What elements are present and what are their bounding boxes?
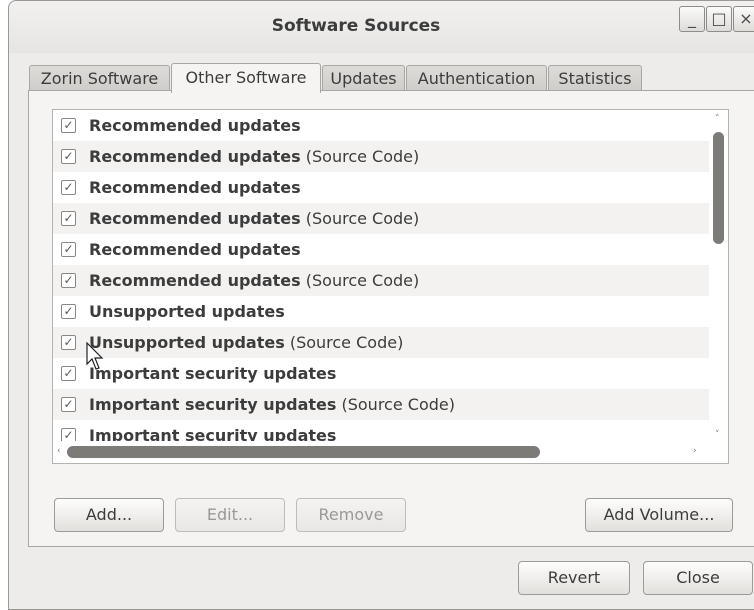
source-checkbox[interactable]: ✓ bbox=[61, 397, 76, 412]
other-software-panel: ✓ Recommended updates ✓ Recommended updates… bbox=[28, 90, 754, 547]
source-suffix: (Source Code) bbox=[300, 209, 420, 228]
add-volume-button[interactable]: Add Volume... bbox=[585, 498, 733, 532]
vertical-scroll-thumb[interactable] bbox=[713, 132, 724, 244]
sources-list[interactable]: ✓ Recommended updates ✓ Recommended updates… bbox=[52, 109, 729, 464]
minimize-button[interactable]: _ bbox=[679, 6, 705, 32]
source-checkbox[interactable]: ✓ bbox=[61, 211, 76, 226]
source-checkbox[interactable]: ✓ bbox=[61, 180, 76, 195]
add-button[interactable]: Add... bbox=[54, 498, 164, 532]
source-row[interactable]: ✓ Important security updates (Source Code… bbox=[53, 389, 710, 420]
source-row[interactable]: ✓ Recommended updates bbox=[53, 234, 710, 265]
tab-other-software[interactable]: Other Software bbox=[171, 63, 321, 93]
remove-button[interactable]: Remove bbox=[296, 498, 406, 532]
source-name: Recommended updates bbox=[89, 271, 301, 290]
source-row[interactable]: ✓ Recommended updates bbox=[53, 172, 710, 203]
source-row[interactable]: ✓ Recommended updates bbox=[53, 110, 710, 141]
source-suffix: (Source Code) bbox=[300, 271, 420, 290]
title-bar[interactable]: Software Sources _ □ × bbox=[9, 1, 754, 53]
source-label: Important security updates (Source Code) bbox=[89, 389, 455, 420]
source-checkbox[interactable]: ✓ bbox=[61, 304, 76, 319]
source-label: Unsupported updates (Source Code) bbox=[89, 327, 403, 358]
source-row[interactable]: ✓ Unsupported updates bbox=[53, 296, 710, 327]
tab-updates[interactable]: Updates bbox=[322, 65, 405, 91]
window-title: Software Sources bbox=[271, 16, 441, 36]
source-row[interactable]: ✓ Recommended updates (Source Code) bbox=[53, 265, 710, 296]
horizontal-scroll-thumb[interactable] bbox=[67, 446, 540, 458]
source-name: Recommended updates bbox=[89, 209, 301, 228]
source-row[interactable]: ✓ Recommended updates (Source Code) bbox=[53, 203, 710, 234]
tab-zorin-software[interactable]: Zorin Software bbox=[29, 65, 170, 91]
mouse-pointer-icon bbox=[86, 341, 104, 376]
source-suffix: (Source Code) bbox=[336, 395, 455, 414]
source-row[interactable]: ✓ Recommended updates (Source Code) bbox=[53, 141, 710, 172]
tab-authentication[interactable]: Authentication bbox=[406, 65, 547, 91]
tab-statistics[interactable]: Statistics bbox=[548, 65, 642, 91]
source-label: Unsupported updates bbox=[89, 296, 285, 327]
source-label: Recommended updates (Source Code) bbox=[89, 203, 419, 234]
source-checkbox[interactable]: ✓ bbox=[61, 366, 76, 381]
source-name: Important security updates bbox=[89, 395, 337, 414]
scroll-left-icon[interactable]: ‹ bbox=[57, 446, 61, 456]
source-name: Unsupported updates bbox=[89, 302, 285, 321]
source-name: Unsupported updates bbox=[89, 333, 285, 352]
source-label: Recommended updates (Source Code) bbox=[89, 265, 419, 296]
revert-button[interactable]: Revert bbox=[518, 561, 630, 595]
source-name: Recommended updates bbox=[89, 147, 301, 166]
source-suffix: (Source Code) bbox=[300, 147, 420, 166]
source-row[interactable]: ✓ Important security updates bbox=[53, 358, 710, 389]
vertical-scrollbar[interactable]: ˄ ˅ bbox=[709, 110, 728, 443]
close-button[interactable]: Close bbox=[643, 561, 753, 595]
edit-button[interactable]: Edit... bbox=[175, 498, 285, 532]
source-checkbox[interactable]: ✓ bbox=[61, 242, 76, 257]
source-suffix: (Source Code) bbox=[284, 333, 404, 352]
source-label: Recommended updates (Source Code) bbox=[89, 141, 419, 172]
source-row[interactable]: ✓ Unsupported updates (Source Code) bbox=[53, 327, 710, 358]
horizontal-scrollbar[interactable]: ‹ › bbox=[53, 441, 728, 463]
source-label: Recommended updates bbox=[89, 110, 301, 141]
source-name: Important security updates bbox=[89, 364, 337, 383]
maximize-button[interactable]: □ bbox=[706, 6, 732, 32]
source-checkbox[interactable]: ✓ bbox=[61, 273, 76, 288]
software-sources-window: Software Sources _ □ × Zorin Software Ot… bbox=[8, 0, 754, 610]
source-checkbox[interactable]: ✓ bbox=[61, 118, 76, 133]
source-name: Recommended updates bbox=[89, 240, 301, 259]
source-label: Important security updates bbox=[89, 358, 336, 389]
source-label: Recommended updates bbox=[89, 234, 301, 265]
scroll-up-icon[interactable]: ˄ bbox=[715, 114, 720, 124]
source-label: Recommended updates bbox=[89, 172, 301, 203]
source-name: Recommended updates bbox=[89, 116, 301, 135]
source-checkbox[interactable]: ✓ bbox=[61, 149, 76, 164]
scroll-down-icon[interactable]: ˅ bbox=[715, 430, 720, 440]
source-checkbox[interactable]: ✓ bbox=[61, 335, 76, 350]
source-name: Recommended updates bbox=[89, 178, 301, 197]
scroll-right-icon[interactable]: › bbox=[693, 446, 697, 456]
close-window-button[interactable]: × bbox=[733, 6, 754, 32]
